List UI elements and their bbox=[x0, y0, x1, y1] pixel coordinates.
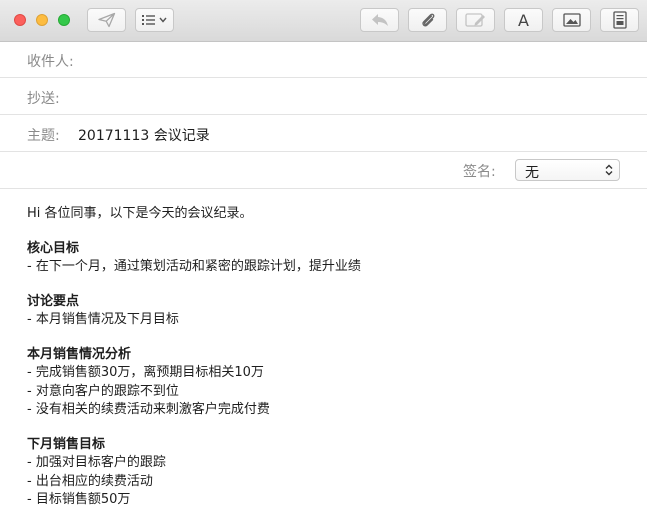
message-body[interactable]: Hi 各位同事，以下是今天的会议纪录。 核心目标 - 在下一个月，通过策划活动和… bbox=[27, 205, 627, 526]
cc-row: 抄送: bbox=[0, 78, 647, 115]
list-item: - 完成销售额30万，离预期目标相关10万 bbox=[27, 365, 264, 380]
markup-button[interactable] bbox=[456, 8, 495, 32]
zoom-window-button[interactable] bbox=[58, 14, 70, 26]
window-toolbar: A bbox=[0, 0, 647, 42]
to-field[interactable] bbox=[78, 47, 622, 73]
section-heading: 讨论要点 bbox=[27, 293, 80, 309]
list-item: - 在下一个月，通过策划活动和紧密的跟踪计划，提升业绩 bbox=[27, 259, 361, 274]
section-discussion-points: 讨论要点 - 本月销售情况及下月目标 bbox=[27, 293, 627, 330]
subject-row: 主题: 20171113 会议记录 bbox=[0, 115, 647, 152]
to-row: 收件人: bbox=[0, 41, 647, 78]
paperclip-icon bbox=[421, 13, 434, 27]
section-heading: 本月销售情况分析 bbox=[27, 346, 132, 362]
to-label: 收件人: bbox=[27, 54, 74, 70]
paper-plane-icon bbox=[97, 12, 115, 28]
signature-select[interactable]: 无 bbox=[515, 159, 620, 181]
photo-icon bbox=[562, 13, 581, 27]
reply-button[interactable] bbox=[360, 8, 399, 32]
document-template-icon bbox=[612, 11, 627, 29]
cc-label: 抄送: bbox=[27, 91, 60, 107]
send-button[interactable] bbox=[87, 8, 126, 32]
up-down-chevron-icon bbox=[605, 164, 613, 176]
list-icon bbox=[141, 15, 167, 25]
photo-browser-button[interactable] bbox=[552, 8, 591, 32]
signature-selected-value: 无 bbox=[525, 165, 539, 181]
subject-field[interactable]: 20171113 会议记录 bbox=[78, 125, 210, 145]
section-heading: 下月销售目标 bbox=[27, 436, 106, 452]
subject-label: 主题: bbox=[27, 128, 60, 144]
list-item: - 出台相应的续费活动 bbox=[27, 473, 153, 489]
signature-label: 签名: bbox=[463, 164, 496, 180]
font-button[interactable]: A bbox=[504, 8, 543, 32]
close-window-button[interactable] bbox=[14, 14, 26, 26]
template-button[interactable] bbox=[600, 8, 639, 32]
markup-pen-icon bbox=[464, 13, 485, 27]
attach-button[interactable] bbox=[408, 8, 447, 32]
greeting-line: Hi 各位同事，以下是今天的会议纪录。 bbox=[27, 206, 253, 221]
font-a-icon: A bbox=[518, 10, 529, 30]
list-item: - 本月销售情况及下月目标 bbox=[27, 312, 179, 327]
minimize-window-button[interactable] bbox=[36, 14, 48, 26]
list-format-button[interactable] bbox=[135, 8, 174, 32]
list-item: - 加强对目标客户的跟踪 bbox=[27, 455, 166, 470]
section-heading: 核心目标 bbox=[27, 240, 80, 256]
list-item: - 对意向客户的跟踪不到位 bbox=[27, 383, 179, 399]
reply-arrow-icon bbox=[371, 14, 388, 26]
list-item: - 目标销售额50万 bbox=[27, 492, 131, 507]
section-sales-analysis: 本月销售情况分析 - 完成销售额30万，离预期目标相关10万 - 对意向客户的跟… bbox=[27, 346, 627, 420]
list-item: - 没有相关的续费活动来刺激客户完成付费 bbox=[27, 402, 270, 417]
section-next-month-goals: 下月销售目标 - 加强对目标客户的跟踪 - 出台相应的续费活动 - 目标销售额5… bbox=[27, 436, 627, 510]
cc-field[interactable] bbox=[78, 84, 622, 110]
section-core-goal: 核心目标 - 在下一个月，通过策划活动和紧密的跟踪计划，提升业绩 bbox=[27, 240, 627, 277]
